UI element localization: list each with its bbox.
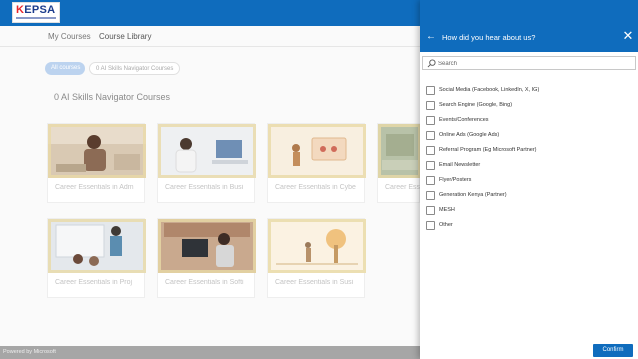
option-label: Events/Conferences <box>439 117 489 123</box>
option-label: MESH <box>439 207 455 213</box>
option-flyer-posters[interactable]: Flyer/Posters <box>426 176 626 186</box>
panel-header: ← How did you hear about us? ✕ <box>420 0 638 52</box>
checkbox[interactable] <box>426 176 435 185</box>
checkbox[interactable] <box>426 146 435 155</box>
course-card[interactable]: Career Essentials in <box>377 123 421 203</box>
kepsa-logo[interactable]: KEPSA <box>12 2 60 23</box>
option-social-media[interactable]: Social Media (Facebook, LinkedIn, X, IG) <box>426 86 626 96</box>
panel-title: How did you hear about us? <box>442 33 536 42</box>
course-thumbnail <box>268 124 366 178</box>
logo-tagline-bar <box>16 17 56 19</box>
checkbox[interactable] <box>426 221 435 230</box>
option-mesh[interactable]: MESH <box>426 206 626 216</box>
option-online-ads[interactable]: Online Ads (Google Ads) <box>426 131 626 141</box>
logo-wordmark: KEPSA <box>16 4 56 16</box>
tab-my-courses[interactable]: My Courses <box>48 32 91 41</box>
option-referral-program[interactable]: Referral Program (Eg Microsoft Partner) <box>426 146 626 156</box>
search-icon <box>427 59 436 68</box>
search-input[interactable] <box>438 58 628 69</box>
section-title: 0 AI Skills Navigator Courses <box>54 92 171 102</box>
course-title: Career Essentials in Busi <box>165 184 244 191</box>
option-label: Flyer/Posters <box>439 177 472 183</box>
course-thumbnail <box>48 219 146 273</box>
course-title: Career Essentials in Proj <box>55 279 133 286</box>
option-label: Generation Kenya (Partner) <box>439 192 507 198</box>
course-card[interactable]: Career Essentials in Cybe <box>267 123 366 203</box>
checkbox[interactable] <box>426 101 435 110</box>
course-thumbnail <box>158 219 256 273</box>
option-email-newsletter[interactable]: Email Newsletter <box>426 161 626 171</box>
option-events-conferences[interactable]: Events/Conferences <box>426 116 626 126</box>
option-label: Referral Program (Eg Microsoft Partner) <box>439 147 537 153</box>
course-title: Career Essentials in Adm <box>55 184 134 191</box>
checkbox[interactable] <box>426 131 435 140</box>
checkbox[interactable] <box>426 116 435 125</box>
course-title: Career Essentials in Softi <box>165 279 244 286</box>
option-generation-kenya[interactable]: Generation Kenya (Partner) <box>426 191 626 201</box>
chip-all-courses[interactable]: All courses <box>45 62 85 75</box>
course-card[interactable]: Career Essentials in Proj <box>47 218 146 298</box>
checkbox[interactable] <box>426 191 435 200</box>
course-thumbnail <box>48 124 146 178</box>
course-thumbnail <box>378 124 421 178</box>
checkbox[interactable] <box>426 161 435 170</box>
option-other[interactable]: Other <box>426 221 626 231</box>
checkbox[interactable] <box>426 206 435 215</box>
option-search-engine[interactable]: Search Engine (Google, Bing) <box>426 101 626 111</box>
course-title: Career Essentials in Cybe <box>275 184 356 191</box>
course-thumbnail <box>268 219 366 273</box>
option-label: Email Newsletter <box>439 162 481 168</box>
course-card[interactable]: Career Essentials in Softi <box>157 218 256 298</box>
confirm-button[interactable]: Confirm <box>593 344 633 357</box>
course-card[interactable]: Career Essentials in Busi <box>157 123 256 203</box>
tab-course-library[interactable]: Course Library <box>99 32 152 47</box>
close-icon[interactable]: ✕ <box>621 29 635 43</box>
option-label: Social Media (Facebook, LinkedIn, X, IG) <box>439 87 540 93</box>
back-arrow-icon[interactable]: ← <box>426 31 438 43</box>
chip-ai-skills-navigator[interactable]: 0 AI Skills Navigator Courses <box>89 62 181 75</box>
option-label: Online Ads (Google Ads) <box>439 132 500 138</box>
powered-by-text: Powered by Microsoft <box>3 349 56 355</box>
search-box <box>422 56 636 70</box>
course-title: Career Essentials in <box>385 184 421 191</box>
course-thumbnail <box>158 124 256 178</box>
option-label: Other <box>439 222 453 228</box>
course-card[interactable]: Career Essentials in Adm <box>47 123 146 203</box>
checkbox[interactable] <box>426 86 435 95</box>
course-card[interactable]: Career Essentials in Susi <box>267 218 366 298</box>
course-title: Career Essentials in Susi <box>275 279 354 286</box>
option-label: Search Engine (Google, Bing) <box>439 102 513 108</box>
